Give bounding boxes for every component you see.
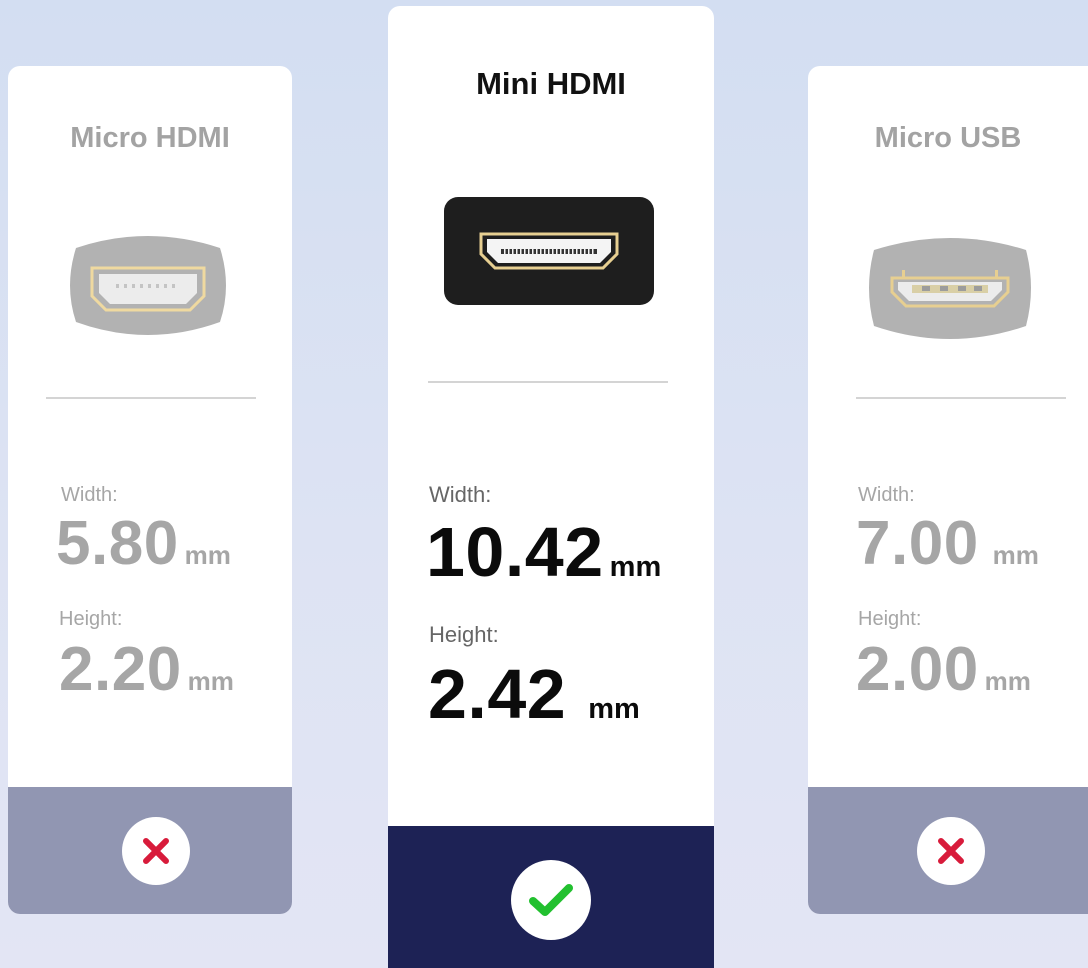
height-number: 2.20: [59, 635, 182, 704]
width-label: Width:: [61, 484, 118, 506]
height-number: 2.00: [856, 635, 979, 704]
status-footer: [8, 787, 292, 914]
height-unit: mm: [187, 666, 234, 696]
width-unit: mm: [184, 540, 231, 570]
width-label: Width:: [858, 484, 915, 506]
width-value: 10.42 mm: [426, 512, 661, 592]
card-micro-hdmi: Micro HDMI Width: 5.80 mm Height: 2.20 mm: [8, 66, 292, 914]
height-number: 2.42: [428, 655, 567, 733]
micro-usb-port-icon: [869, 238, 1031, 339]
width-number: 5.80: [56, 509, 179, 578]
mini-hdmi-port-icon: [444, 197, 654, 305]
width-unit: mm: [992, 540, 1039, 570]
status-badge: [511, 860, 591, 940]
cross-icon: [143, 838, 169, 864]
card-title: Micro USB: [874, 122, 1022, 154]
height-unit: mm: [588, 693, 640, 725]
divider: [46, 397, 256, 399]
width-value: 7.00 mm: [856, 508, 1039, 579]
height-value: 2.00 mm: [856, 634, 1031, 705]
height-label: Height:: [59, 608, 123, 630]
card-micro-usb: Micro USB Width: 7.00 mm Height: 2.00 mm: [808, 66, 1088, 914]
micro-hdmi-port-icon: [70, 236, 226, 335]
card-title: Mini HDMI: [476, 66, 626, 101]
height-unit: mm: [984, 666, 1031, 696]
height-value: 2.20 mm: [59, 634, 234, 705]
check-icon: [529, 884, 573, 916]
width-unit: mm: [609, 551, 662, 583]
status-footer: [808, 787, 1088, 914]
height-label: Height:: [858, 608, 922, 630]
status-footer: [388, 826, 714, 968]
status-badge: [917, 817, 985, 885]
card-title: Micro HDMI: [70, 122, 230, 154]
height-label: Height:: [429, 622, 499, 647]
width-value: 5.80 mm: [56, 508, 231, 579]
cross-icon: [938, 838, 964, 864]
divider: [856, 397, 1066, 399]
divider: [428, 381, 668, 383]
card-mini-hdmi: Mini HDMI Width: 10.42 mm Height: 2.42 mm: [388, 6, 714, 968]
status-badge: [122, 817, 190, 885]
width-label: Width:: [429, 482, 492, 507]
width-number: 7.00: [856, 509, 979, 578]
width-number: 10.42: [426, 513, 604, 591]
height-value: 2.42 mm: [428, 654, 640, 734]
